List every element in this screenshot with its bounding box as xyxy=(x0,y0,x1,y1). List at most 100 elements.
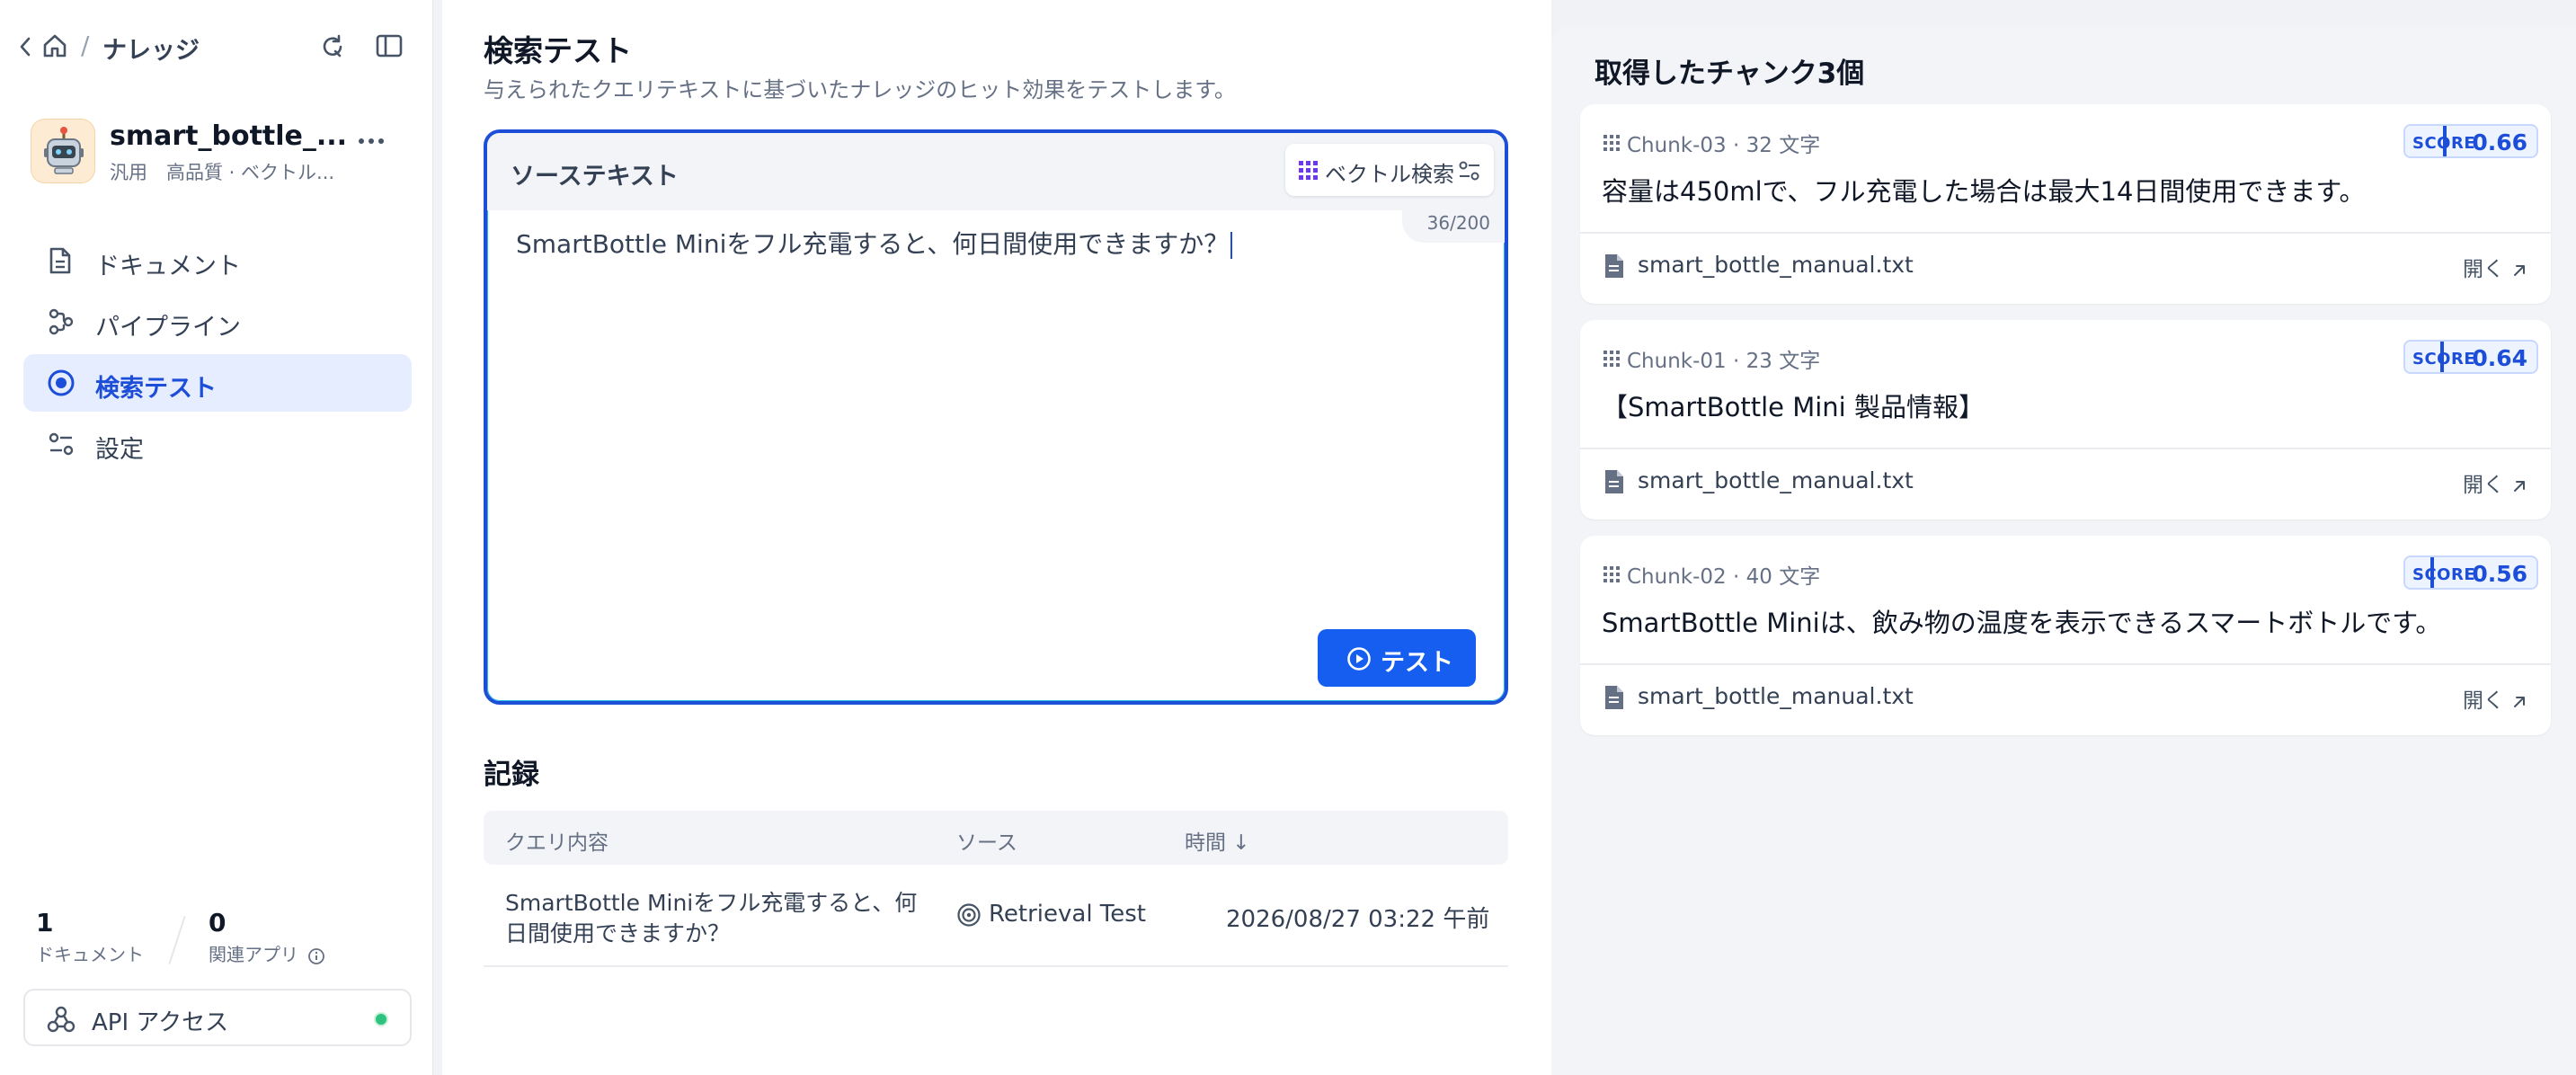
page-description: 与えられたクエリテキストに基づいたナレッジのヒット効果をテストします。 xyxy=(484,77,1236,102)
related-apps-label: 関連アプリ xyxy=(209,944,298,965)
file-icon xyxy=(1603,253,1625,279)
retrieval-method-button[interactable]: ベクトル検索 xyxy=(1285,144,1494,196)
chunk-card[interactable]: Chunk-01 · 23 文字 SCORE 0.64 【SmartBottle… xyxy=(1580,320,2551,520)
query-textarea[interactable]: SmartBottle Miniをフル充電すると、何日間使用できますか？ xyxy=(516,225,1233,261)
record-query: SmartBottle Miniをフル充電すると、何日間使用できますか？ xyxy=(505,890,918,946)
chunk-chars: 32 文字 xyxy=(1745,134,1821,157)
open-link[interactable]: 開く xyxy=(2463,683,2527,714)
drag-grip-icon xyxy=(1603,351,1620,367)
sidebar-item-retrieval-test[interactable]: 検索テスト xyxy=(23,354,412,412)
api-access-label: API アクセス xyxy=(92,1009,229,1036)
document-icon xyxy=(47,246,74,275)
drag-grip-icon xyxy=(1603,566,1620,582)
drag-grip-icon xyxy=(1603,135,1620,151)
sidebar-item-documents[interactable]: ドキュメント xyxy=(23,232,412,289)
test-button[interactable]: テスト xyxy=(1318,629,1476,687)
chunk-meta: Chunk-02 · 40 文字 xyxy=(1627,565,1821,589)
breadcrumb-knowledge[interactable]: ナレッジ xyxy=(102,31,200,66)
sidebar-toggle-icon[interactable] xyxy=(376,34,403,58)
chunk-id: Chunk-03 xyxy=(1627,134,1727,157)
open-label: 開く xyxy=(2463,474,2504,497)
more-options-icon[interactable] xyxy=(358,137,385,146)
target-icon xyxy=(47,369,76,397)
page-title: 検索テスト xyxy=(484,33,632,68)
score-badge: SCORE 0.66 xyxy=(2403,124,2538,158)
chunk-card[interactable]: Chunk-02 · 40 文字 SCORE 0.56 SmartBottle … xyxy=(1580,536,2551,735)
score-badge: SCORE 0.56 xyxy=(2403,555,2538,590)
table-row[interactable]: SmartBottle Miniをフル充電すると、何日間使用できますか？ Ret… xyxy=(484,865,1508,967)
breadcrumb-separator: / xyxy=(81,31,90,60)
open-link[interactable]: 開く xyxy=(2463,467,2527,498)
chunk-chars: 40 文字 xyxy=(1745,565,1821,589)
chunk-id: Chunk-02 xyxy=(1627,565,1727,589)
score-label: SCORE xyxy=(2412,565,2476,584)
column-query: クエリ内容 xyxy=(505,831,608,855)
chunk-content: 【SmartBottle Mini 製品情報】 xyxy=(1602,392,1985,422)
settings-icon xyxy=(47,430,76,458)
sidebar-item-pipeline[interactable]: パイプライン xyxy=(23,293,412,351)
score-bar xyxy=(2443,126,2447,156)
home-icon[interactable] xyxy=(41,32,68,59)
sidebar-item-settings[interactable]: 設定 xyxy=(23,415,412,473)
sidebar-topbar: / ナレッジ xyxy=(0,25,433,68)
stats-divider xyxy=(168,916,186,964)
records-table-header: クエリ内容 ソース 時間 ↓ xyxy=(484,811,1508,865)
play-circle-icon xyxy=(1346,646,1372,671)
open-link[interactable]: 開く xyxy=(2463,252,2527,282)
chunk-file-name: smart_bottle_manual.txt xyxy=(1638,252,1914,278)
character-counter: 36/200 xyxy=(1401,205,1505,243)
settings-sliders-icon xyxy=(1458,160,1481,182)
target-icon xyxy=(956,902,982,928)
source-text-header: ソーステキスト ベクトル検索 xyxy=(487,133,1505,210)
vector-grid-icon xyxy=(1298,160,1319,182)
chunk-divider xyxy=(1580,663,2551,665)
knowledge-base-meta: 汎用 高品質 · ベクトル... xyxy=(110,162,335,183)
file-icon xyxy=(1603,469,1625,494)
score-value: 0.56 xyxy=(2472,561,2527,587)
chunk-file-name: smart_bottle_manual.txt xyxy=(1638,467,1914,493)
score-badge: SCORE 0.64 xyxy=(2403,340,2538,374)
results-panel: 取得したチャンク3個 Chunk-03 · 32 文字 SCORE 0.66 容… xyxy=(1551,25,2576,1075)
score-bar xyxy=(2430,557,2434,588)
pipeline-icon xyxy=(47,307,76,336)
chunk-file-name: smart_bottle_manual.txt xyxy=(1638,683,1914,709)
chunk-content: SmartBottle Miniは、飲み物の温度を表示できるスマートボトルです。 xyxy=(1602,608,2442,638)
score-label: SCORE xyxy=(2412,350,2476,369)
record-source: Retrieval Test xyxy=(956,901,1146,928)
related-apps-count: 0 xyxy=(209,908,227,937)
api-access-button[interactable]: API アクセス xyxy=(23,989,412,1046)
chunk-id: Chunk-01 xyxy=(1627,350,1727,373)
retrieval-method-label: ベクトル検索 xyxy=(1325,162,1454,187)
sidebar-item-label: 設定 xyxy=(95,436,144,464)
chunk-meta: Chunk-01 · 23 文字 xyxy=(1627,350,1821,373)
chunk-meta: Chunk-03 · 32 文字 xyxy=(1627,134,1821,157)
arrow-up-right-icon xyxy=(2514,696,2525,707)
main-panel: 検索テスト 与えられたクエリテキストに基づいたナレッジのヒット効果をテストします… xyxy=(442,0,1551,1075)
file-icon xyxy=(1603,685,1625,710)
chunk-divider xyxy=(1580,232,2551,234)
documents-count: 1 xyxy=(36,908,54,937)
api-status-dot xyxy=(374,1012,388,1026)
score-value: 0.66 xyxy=(2472,129,2527,155)
info-icon[interactable] xyxy=(307,947,325,965)
chunk-divider xyxy=(1580,448,2551,449)
column-time[interactable]: 時間 ↓ xyxy=(1185,825,1250,856)
arrow-up-right-icon xyxy=(2514,480,2525,492)
related-apps-label-wrap: 関連アプリ xyxy=(209,940,325,966)
refresh-icon[interactable] xyxy=(318,32,347,61)
score-bar xyxy=(2440,342,2444,372)
column-source: ソース xyxy=(956,831,1017,855)
query-text: SmartBottle Miniをフル充電すると、何日間使用できますか？ xyxy=(516,229,1230,259)
documents-count-label: ドキュメント xyxy=(36,944,144,965)
chevron-left-icon[interactable] xyxy=(18,36,32,58)
knowledge-base-avatar xyxy=(31,119,95,183)
test-button-label: テスト xyxy=(1381,649,1453,677)
chunk-card[interactable]: Chunk-03 · 32 文字 SCORE 0.66 容量は450mlで、フル… xyxy=(1580,104,2551,304)
source-text-title: ソーステキスト xyxy=(511,163,679,191)
records-title: 記録 xyxy=(484,759,539,791)
record-source-label: Retrieval Test xyxy=(989,901,1147,928)
text-caret xyxy=(1230,232,1233,259)
results-title: 取得したチャンク3個 xyxy=(1594,58,1865,90)
open-label: 開く xyxy=(2463,258,2504,281)
knowledge-base-name: smart_bottle_... xyxy=(110,120,348,152)
